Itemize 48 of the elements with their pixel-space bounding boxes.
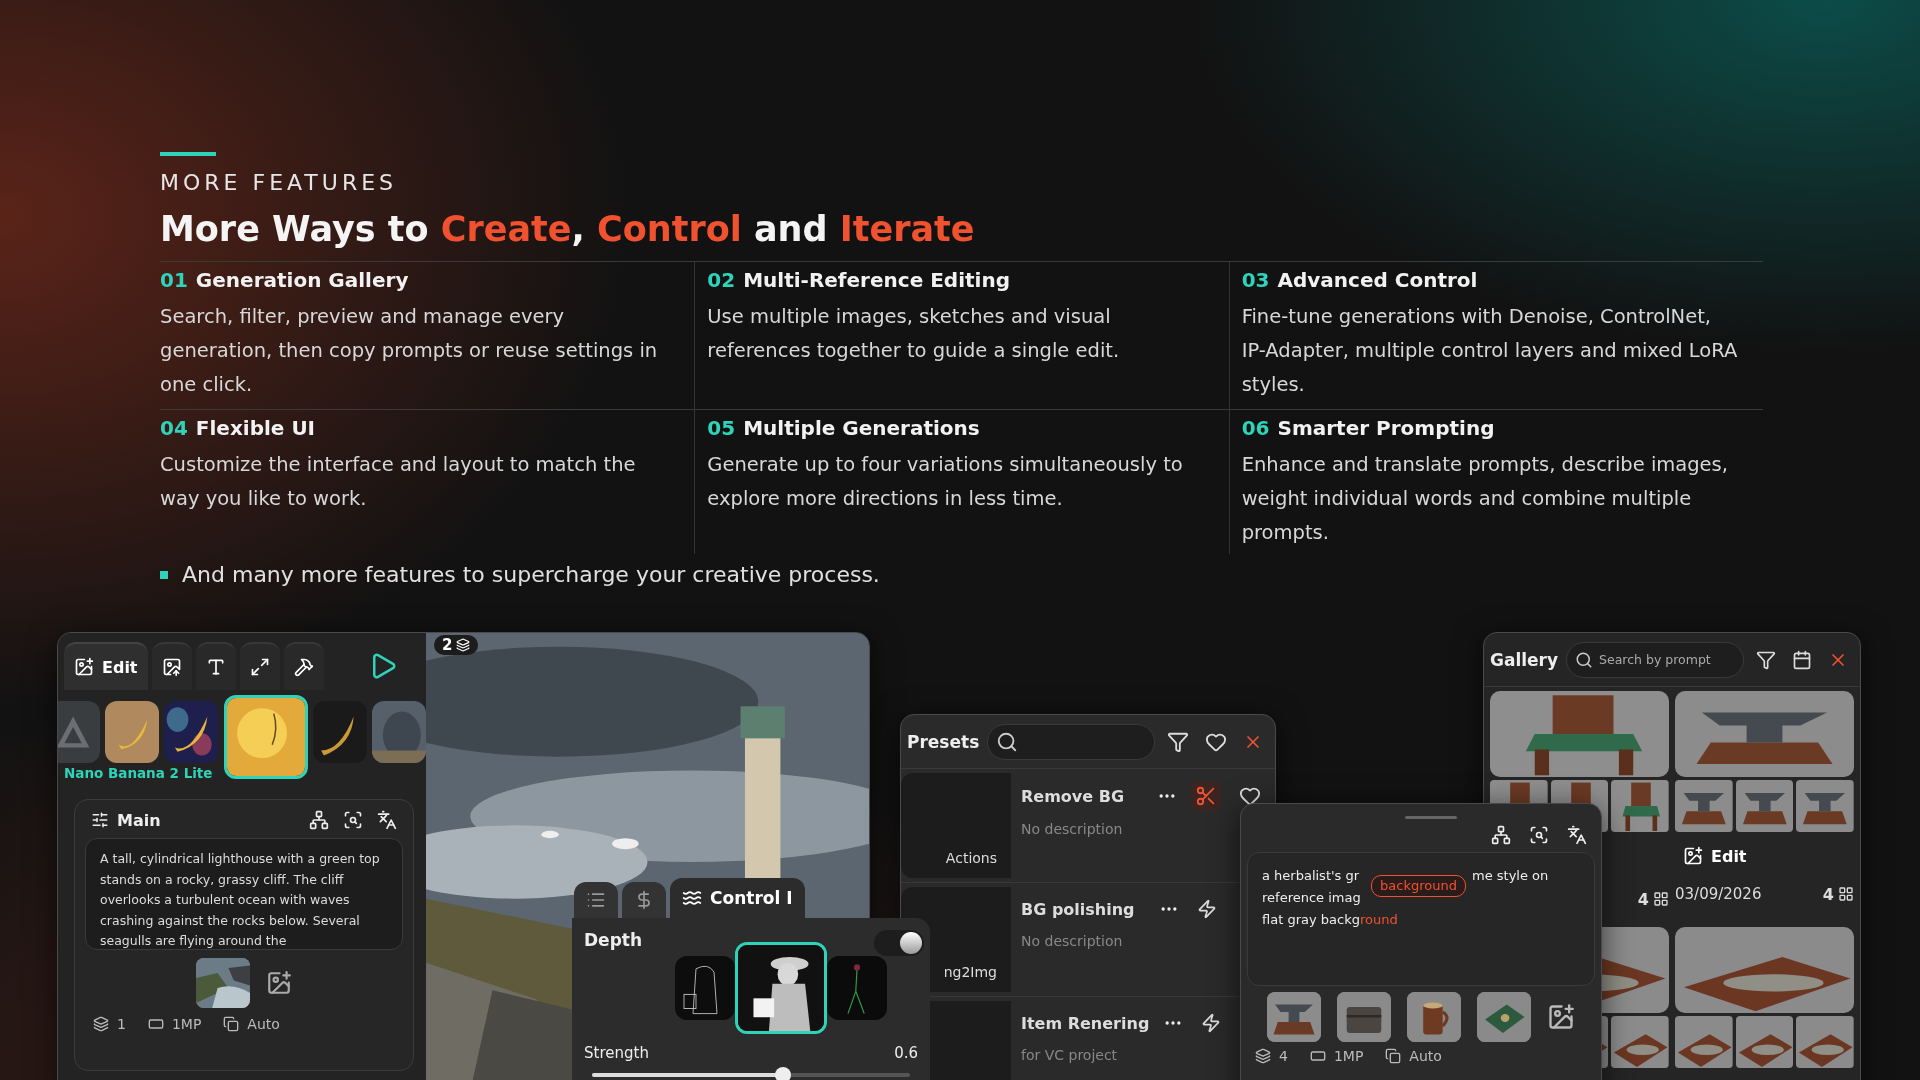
prompt-text: flat gray background bbox=[1262, 911, 1398, 929]
prompt-field[interactable]: a herbalist's gr background me style on reference imag flat gray background bbox=[1247, 852, 1595, 986]
preset-description: No description bbox=[1021, 821, 1123, 837]
preset-name[interactable]: Item Renering bbox=[1021, 1013, 1150, 1033]
edit-button[interactable]: Edit bbox=[1677, 843, 1753, 869]
image-count: 4 bbox=[1637, 889, 1669, 909]
section-heading: More Ways to Create, Control and Iterate bbox=[160, 209, 976, 249]
setting-button[interactable]: Auto bbox=[1385, 1048, 1442, 1064]
prompt-text: reference imag bbox=[1262, 889, 1361, 907]
setting-button[interactable]: 1 bbox=[93, 1016, 126, 1032]
window-title: Gallery bbox=[1490, 649, 1559, 670]
setting-button[interactable]: 1MP bbox=[1309, 1048, 1364, 1064]
panel-title: Main bbox=[91, 810, 161, 830]
search-field[interactable]: Search by prompt bbox=[1566, 641, 1744, 678]
image-count: 4 bbox=[1822, 884, 1854, 904]
preset-name[interactable]: BG polishing bbox=[1021, 899, 1135, 919]
footnote: And many more features to supercharge your creative process. bbox=[182, 562, 880, 587]
prompt-text: me style on bbox=[1471, 867, 1549, 885]
preset-description: No description bbox=[1021, 933, 1123, 949]
window-title: Presets bbox=[907, 731, 980, 752]
feature-description: Use multiple images, sketches and visual references together to guide a single edit. bbox=[707, 304, 1121, 364]
slider-value: 0.6 bbox=[894, 1044, 918, 1062]
setting-button[interactable]: 1MP bbox=[147, 1016, 202, 1032]
section-label: MORE FEATURES bbox=[160, 170, 399, 195]
preset-name[interactable]: Remove BG bbox=[1021, 786, 1124, 806]
feature-description: Customize the interface and layout to match the way you like to work. bbox=[160, 452, 637, 512]
feature-title: 06 Smarter Prompting bbox=[1241, 416, 1496, 440]
gallery-date: 03/09/2026 bbox=[1675, 885, 1762, 903]
feature-title: 05 Multiple Generations bbox=[707, 416, 981, 440]
search-field[interactable]: Search by prompt bbox=[1599, 652, 1735, 667]
prompt-text: a herbalist's gr bbox=[1262, 867, 1360, 885]
category-label: Actions bbox=[945, 850, 997, 866]
feature-description: Fine-tune generations with Denoise, ControlNet, IP-Adapter, multiple control layers and mixed LoRA styles. bbox=[1241, 304, 1739, 398]
feature-description: Generate up to four variations simultaneously to explore more directions in less time. bbox=[707, 452, 1184, 512]
feature-title: 02 Multi-Reference Editing bbox=[707, 268, 1011, 292]
feature-description: Search, filter, preview and manage every generation, then copy prompts or reuse settings in one click. bbox=[160, 304, 659, 398]
feature-description: Enhance and translate prompts, describe images, weight individual words and combine multiple prompts. bbox=[1241, 452, 1729, 546]
setting-button[interactable]: 4 bbox=[1255, 1048, 1288, 1064]
feature-title: 04 Flexible UI bbox=[160, 416, 317, 440]
word-tag[interactable]: background bbox=[1371, 875, 1466, 897]
preset-description: for VC project bbox=[1021, 1047, 1118, 1063]
feature-title: 03 Advanced Control bbox=[1241, 268, 1479, 292]
edit-tab[interactable]: Edit bbox=[64, 642, 148, 690]
category-label: ng2Img bbox=[943, 964, 997, 980]
model-name: Nano Banana 2 Lite bbox=[64, 765, 213, 781]
feature-title: 01 Generation Gallery bbox=[160, 268, 410, 292]
prompt-text[interactable]: A tall, cylindrical lighthouse with a green top stands on a rocky, grassy cliff. The cliff overlooks a turbulent ocean with waves crashing against the rocks below. Several seagulls are flying around the bbox=[85, 838, 403, 950]
setting-button[interactable]: Auto bbox=[223, 1016, 280, 1032]
